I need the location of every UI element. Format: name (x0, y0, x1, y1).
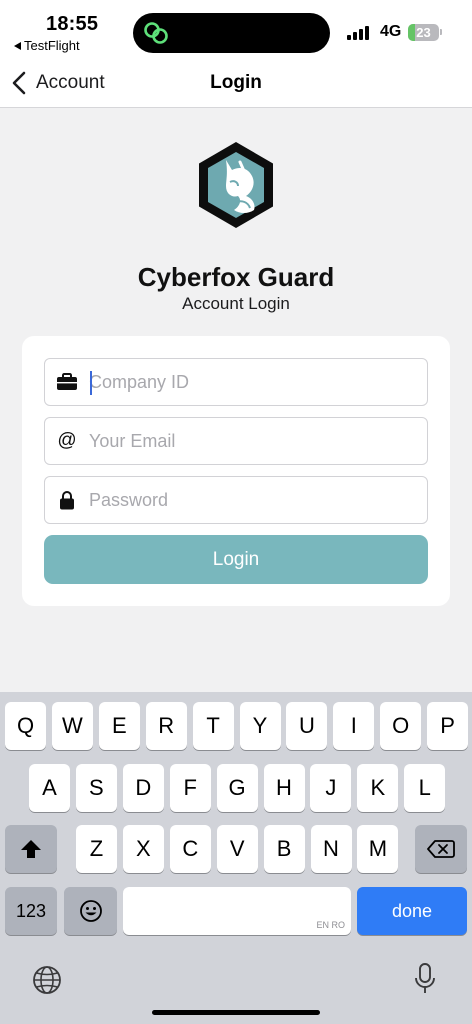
key-b[interactable]: B (263, 825, 305, 873)
key-a[interactable]: A (29, 764, 70, 812)
key-r[interactable]: R (145, 702, 187, 750)
key-u[interactable]: U (286, 702, 328, 750)
space-language-hint: EN RO (316, 920, 345, 930)
key-i[interactable]: I (333, 702, 375, 750)
key-x[interactable]: X (122, 825, 164, 873)
microphone-icon[interactable] (414, 962, 436, 996)
link-activity-icon (144, 22, 168, 44)
emoji-face-icon (79, 900, 102, 922)
briefcase-icon (57, 373, 77, 390)
key-d[interactable]: D (122, 764, 164, 812)
key-k[interactable]: K (357, 764, 399, 812)
back-to-app-label: TestFlight (24, 38, 80, 53)
at-sign-icon: @ (57, 430, 77, 451)
key-f[interactable]: F (169, 764, 211, 812)
key-p[interactable]: P (427, 702, 469, 750)
shift-arrow-icon (21, 840, 41, 858)
status-time: 18:55 (46, 13, 99, 35)
network-type: 4G (380, 23, 402, 40)
key-e[interactable]: E (98, 702, 140, 750)
globe-icon[interactable] (32, 965, 62, 995)
shift-key[interactable] (5, 825, 57, 873)
app-subtitle: Account Login (182, 294, 290, 313)
password-field[interactable] (44, 476, 428, 524)
email-input[interactable] (89, 421, 409, 461)
space-key[interactable]: EN RO (123, 887, 351, 935)
key-h[interactable]: H (263, 764, 305, 812)
backspace-icon (427, 840, 455, 858)
dynamic-island (133, 13, 330, 53)
cellular-signal-icon (347, 25, 371, 40)
back-to-app[interactable]: TestFlight (14, 38, 80, 53)
email-field[interactable]: @ (44, 417, 428, 465)
key-m[interactable]: M (357, 825, 399, 873)
password-input[interactable] (89, 480, 409, 520)
navigation-bar: Account Login (0, 58, 472, 108)
login-card: @ Login (22, 336, 450, 606)
status-bar: 18:55 TestFlight 4G 23 (0, 0, 472, 58)
app-name: Cyberfox Guard (137, 262, 335, 292)
numbers-key[interactable]: 123 (5, 887, 57, 935)
key-j[interactable]: J (310, 764, 352, 812)
emoji-key[interactable] (64, 887, 117, 935)
lock-icon (60, 491, 74, 510)
back-triangle-icon (14, 41, 21, 50)
key-o[interactable]: O (380, 702, 422, 750)
home-indicator[interactable] (152, 1010, 320, 1015)
key-q[interactable]: Q (5, 702, 46, 750)
key-n[interactable]: N (310, 825, 352, 873)
cyberfox-logo-icon (199, 142, 273, 228)
page-title: Login (210, 72, 262, 93)
battery-percent: 23 (416, 24, 431, 40)
login-button[interactable]: Login (44, 535, 428, 584)
key-v[interactable]: V (216, 825, 258, 873)
done-key[interactable]: done (357, 887, 467, 935)
backspace-key[interactable] (415, 825, 467, 873)
battery-icon: 23 (408, 23, 442, 41)
key-s[interactable]: S (75, 764, 117, 812)
key-y[interactable]: Y (239, 702, 281, 750)
key-z[interactable]: Z (76, 825, 117, 873)
company-id-field[interactable] (44, 358, 428, 406)
company-id-input[interactable] (89, 362, 409, 402)
key-l[interactable]: L (404, 764, 446, 812)
key-c[interactable]: C (169, 825, 211, 873)
key-g[interactable]: G (216, 764, 258, 812)
onscreen-keyboard: 123 EN RO done QWERTYUIOP ASDFGHJKL ZXCVBN… (0, 692, 472, 1024)
key-t[interactable]: T (192, 702, 234, 750)
text-cursor (90, 371, 92, 395)
key-w[interactable]: W (51, 702, 93, 750)
